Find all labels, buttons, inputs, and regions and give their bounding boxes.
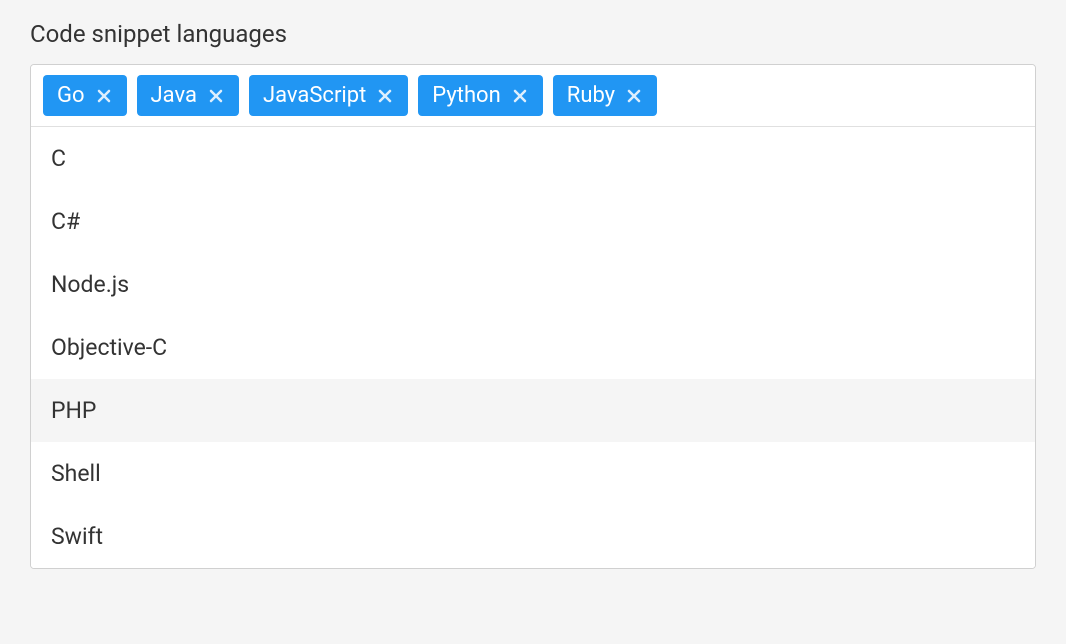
- close-icon[interactable]: [511, 87, 529, 105]
- option-swift[interactable]: Swift: [31, 505, 1035, 568]
- option-csharp[interactable]: C#: [31, 190, 1035, 253]
- option-shell[interactable]: Shell: [31, 442, 1035, 505]
- tag-label: Ruby: [567, 83, 615, 108]
- field-label: Code snippet languages: [30, 20, 1036, 48]
- tag-label: JavaScript: [263, 83, 366, 108]
- close-icon[interactable]: [376, 87, 394, 105]
- close-icon[interactable]: [95, 87, 113, 105]
- option-objective-c[interactable]: Objective-C: [31, 316, 1035, 379]
- option-php[interactable]: PHP: [31, 379, 1035, 442]
- multiselect-container: Go Java JavaScript: [30, 64, 1036, 569]
- selected-tags-row[interactable]: Go Java JavaScript: [31, 65, 1035, 127]
- tag-python: Python: [418, 75, 542, 116]
- tag-label: Go: [57, 83, 85, 108]
- tag-ruby: Ruby: [553, 75, 657, 116]
- option-c[interactable]: C: [31, 127, 1035, 190]
- tag-go: Go: [43, 75, 127, 116]
- tag-label: Python: [432, 83, 500, 108]
- tag-javascript: JavaScript: [249, 75, 408, 116]
- tag-java: Java: [137, 75, 239, 116]
- options-dropdown: C C# Node.js Objective-C PHP Shell Swift: [31, 127, 1035, 568]
- close-icon[interactable]: [625, 87, 643, 105]
- option-nodejs[interactable]: Node.js: [31, 253, 1035, 316]
- tag-label: Java: [151, 83, 197, 108]
- close-icon[interactable]: [207, 87, 225, 105]
